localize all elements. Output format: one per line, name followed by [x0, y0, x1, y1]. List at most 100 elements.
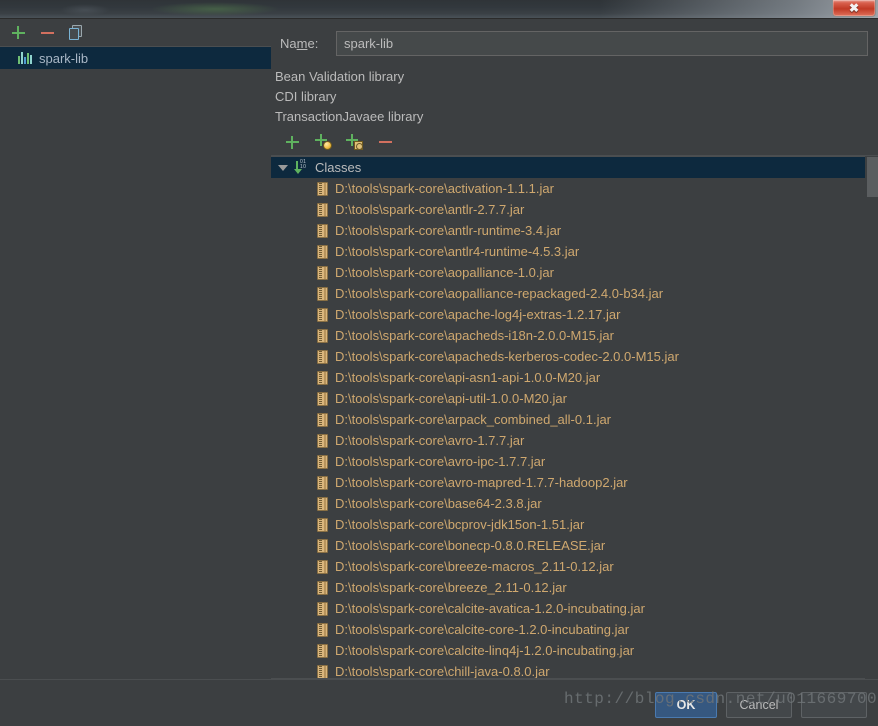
classes-tree[interactable]: 01 10 Classes D:\tools\spark-core\activat…: [271, 156, 878, 679]
jar-path-label: D:\tools\spark-core\avro-ipc-1.7.7.jar: [335, 454, 546, 469]
close-icon: ✖: [848, 1, 860, 15]
library-type-item[interactable]: CDI library: [273, 87, 871, 107]
jar-path-label: D:\tools\spark-core\api-asn1-api-1.0.0-M…: [335, 370, 601, 385]
jar-file-icon: [317, 538, 328, 553]
classes-tree-scrollbar[interactable]: [865, 156, 878, 679]
library-list-item-spark-lib[interactable]: spark-lib: [0, 47, 271, 69]
jar-row[interactable]: D:\tools\spark-core\avro-1.7.7.jar: [271, 430, 878, 451]
jar-row[interactable]: D:\tools\spark-core\bonecp-0.8.0.RELEASE…: [271, 535, 878, 556]
jar-file-icon: [317, 580, 328, 595]
jar-path-label: D:\tools\spark-core\bcprov-jdk15on-1.51.…: [335, 517, 585, 532]
copy-library-button[interactable]: [66, 23, 86, 43]
jar-row[interactable]: D:\tools\spark-core\avro-ipc-1.7.7.jar: [271, 451, 878, 472]
name-input[interactable]: [336, 30, 868, 56]
jar-row[interactable]: D:\tools\spark-core\calcite-linq4j-1.2.0…: [271, 640, 878, 661]
jar-row[interactable]: D:\tools\spark-core\aopalliance-1.0.jar: [271, 262, 878, 283]
jar-file-icon: [317, 517, 328, 532]
jar-row[interactable]: D:\tools\spark-core\apacheds-kerberos-co…: [271, 346, 878, 367]
jar-file-icon: [317, 223, 328, 238]
jar-path-label: D:\tools\spark-core\bonecp-0.8.0.RELEASE…: [335, 538, 606, 553]
jar-file-icon: [317, 181, 328, 196]
jar-row[interactable]: D:\tools\spark-core\breeze-macros_2.11-0…: [271, 556, 878, 577]
jar-path-label: D:\tools\spark-core\api-util-1.0.0-M20.j…: [335, 391, 567, 406]
library-list-toolbar: [0, 19, 271, 47]
library-type-list: Bean Validation library CDI library Tran…: [271, 67, 871, 129]
jar-row[interactable]: D:\tools\spark-core\calcite-core-1.2.0-i…: [271, 619, 878, 640]
jar-row[interactable]: D:\tools\spark-core\calcite-avatica-1.2.…: [271, 598, 878, 619]
jar-row[interactable]: D:\tools\spark-core\base64-2.3.8.jar: [271, 493, 878, 514]
attach-files-button[interactable]: [282, 132, 302, 152]
jar-path-label: D:\tools\spark-core\apache-log4j-extras-…: [335, 307, 621, 322]
library-type-item[interactable]: TransactionJavaee library: [273, 107, 871, 127]
jar-file-icon: [317, 559, 328, 574]
plus-icon: [285, 135, 299, 149]
titlebar-glow-secondary: [60, 4, 110, 16]
jar-row[interactable]: D:\tools\spark-core\arpack_combined_all-…: [271, 409, 878, 430]
jar-row[interactable]: D:\tools\spark-core\antlr4-runtime-4.5.3…: [271, 241, 878, 262]
minus-icon: [378, 141, 392, 143]
jar-file-icon: [317, 391, 328, 406]
jar-path-label: D:\tools\spark-core\antlr4-runtime-4.5.3…: [335, 244, 580, 259]
jar-file-icon: [317, 433, 328, 448]
library-editor-panel: Name: Bean Validation library CDI librar…: [271, 19, 878, 679]
tree-root-label: Classes: [315, 160, 362, 175]
library-list[interactable]: spark-lib: [0, 47, 271, 679]
dialog-button-bar: OK Cancel: [0, 679, 878, 726]
jar-file-icon: [317, 370, 328, 385]
jar-row[interactable]: D:\tools\spark-core\antlr-2.7.7.jar: [271, 199, 878, 220]
library-configuration-dialog: ✖ spark-lib Name: spark-lib Bean Validat…: [0, 0, 878, 726]
tree-root-classes[interactable]: 01 10 Classes: [271, 157, 878, 178]
titlebar-glow: [150, 2, 280, 16]
library-type-item[interactable]: Bean Validation library: [273, 67, 871, 87]
apply-button[interactable]: [801, 692, 867, 718]
jar-row[interactable]: D:\tools\spark-core\apacheds-i18n-2.0.0-…: [271, 325, 878, 346]
jar-file-icon: [317, 328, 328, 343]
jar-path-label: D:\tools\spark-core\breeze_2.11-0.12.jar: [335, 580, 567, 595]
jar-path-label: D:\tools\spark-core\aopalliance-1.0.jar: [335, 265, 554, 280]
jar-row-container: D:\tools\spark-core\activation-1.1.1.jar…: [271, 178, 878, 679]
jar-file-icon: [317, 643, 328, 658]
jar-row[interactable]: D:\tools\spark-core\bcprov-jdk15on-1.51.…: [271, 514, 878, 535]
jar-file-icon: [317, 622, 328, 637]
attach-javadoc-button[interactable]: [344, 132, 364, 152]
jar-path-label: D:\tools\spark-core\apacheds-kerberos-co…: [335, 349, 679, 364]
jar-file-icon: [317, 349, 328, 364]
jar-row[interactable]: D:\tools\spark-core\antlr-runtime-3.4.ja…: [271, 220, 878, 241]
minus-icon: [40, 31, 54, 34]
remove-library-button[interactable]: [37, 23, 57, 43]
add-library-button[interactable]: [8, 23, 28, 43]
attach-classes-button[interactable]: [313, 132, 333, 152]
jar-path-label: D:\tools\spark-core\chill-java-0.8.0.jar: [335, 664, 550, 679]
jar-row[interactable]: D:\tools\spark-core\api-util-1.0.0-M20.j…: [271, 388, 878, 409]
jar-row[interactable]: D:\tools\spark-core\breeze_2.11-0.12.jar: [271, 577, 878, 598]
jar-file-icon: [317, 265, 328, 280]
jar-path-label: D:\tools\spark-core\base64-2.3.8.jar: [335, 496, 542, 511]
name-field-label: Name:: [280, 35, 319, 51]
jar-path-label: D:\tools\spark-core\apacheds-i18n-2.0.0-…: [335, 328, 614, 343]
jar-file-icon: [317, 496, 328, 511]
jar-path-label: D:\tools\spark-core\aopalliance-repackag…: [335, 286, 664, 301]
jar-row[interactable]: D:\tools\spark-core\api-asn1-api-1.0.0-M…: [271, 367, 878, 388]
jar-path-label: D:\tools\spark-core\calcite-core-1.2.0-i…: [335, 622, 630, 637]
cancel-button[interactable]: Cancel: [726, 692, 792, 718]
name-row: Name:: [271, 27, 878, 59]
window-close-button[interactable]: ✖: [832, 0, 876, 17]
jar-file-icon: [317, 475, 328, 490]
jar-file-icon: [317, 412, 328, 427]
jar-path-label: D:\tools\spark-core\antlr-runtime-3.4.ja…: [335, 223, 562, 238]
jar-row[interactable]: D:\tools\spark-core\chill-java-0.8.0.jar: [271, 661, 878, 679]
jar-path-label: D:\tools\spark-core\breeze-macros_2.11-0…: [335, 559, 614, 574]
jar-row[interactable]: D:\tools\spark-core\apache-log4j-extras-…: [271, 304, 878, 325]
jar-path-label: D:\tools\spark-core\arpack_combined_all-…: [335, 412, 612, 427]
library-list-panel: spark-lib: [0, 19, 271, 679]
scrollbar-thumb[interactable]: [867, 157, 878, 197]
jar-file-icon: [317, 454, 328, 469]
jar-row[interactable]: D:\tools\spark-core\activation-1.1.1.jar: [271, 178, 878, 199]
ok-button[interactable]: OK: [655, 692, 717, 718]
jar-path-label: D:\tools\spark-core\activation-1.1.1.jar: [335, 181, 554, 196]
detach-button[interactable]: [375, 132, 395, 152]
chevron-down-icon[interactable]: [278, 164, 288, 171]
jar-path-label: D:\tools\spark-core\antlr-2.7.7.jar: [335, 202, 525, 217]
jar-row[interactable]: D:\tools\spark-core\avro-mapred-1.7.7-ha…: [271, 472, 878, 493]
jar-row[interactable]: D:\tools\spark-core\aopalliance-repackag…: [271, 283, 878, 304]
